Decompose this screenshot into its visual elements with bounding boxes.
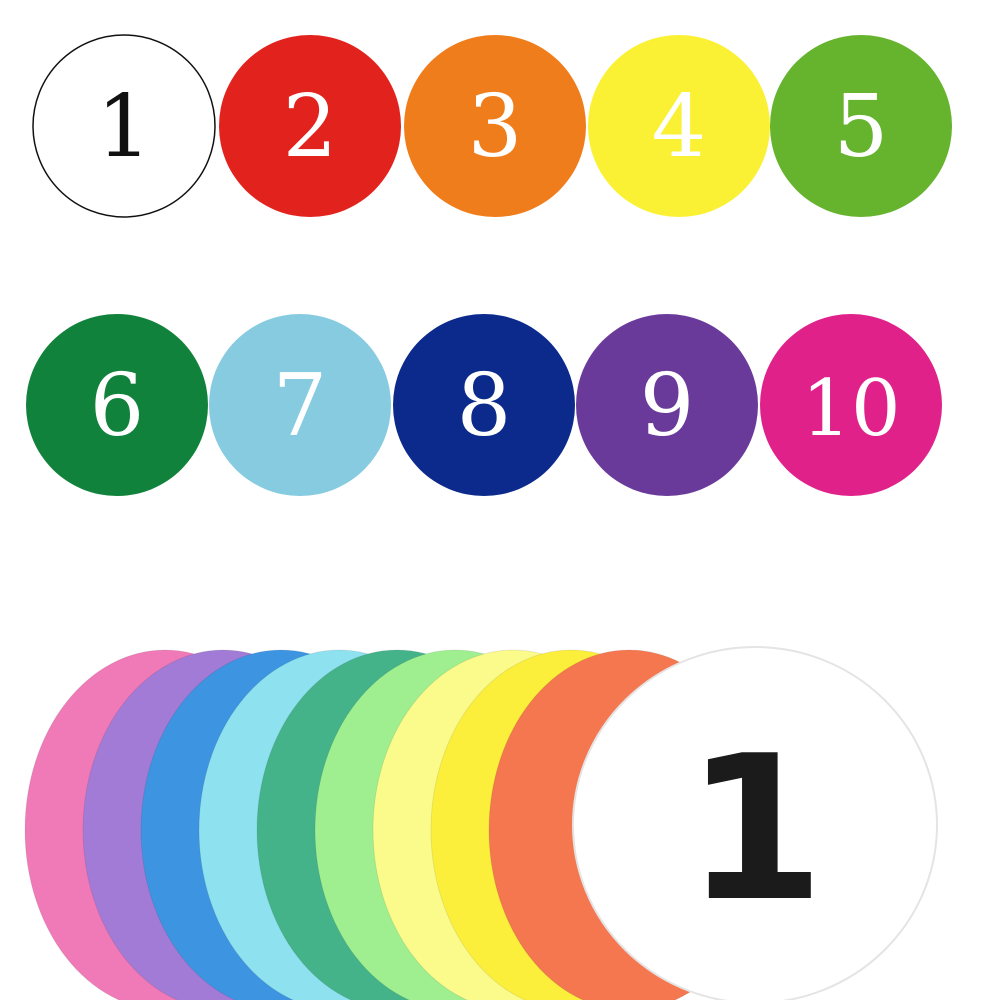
spot-number: 3 [468, 77, 523, 177]
spot-number: 7 [273, 356, 328, 456]
spot-number: 4 [652, 77, 707, 177]
spot-8: 8 [393, 314, 575, 496]
spot-number: 10 [801, 364, 900, 454]
spot-number: 1 [97, 77, 152, 177]
spot-2: 2 [219, 35, 401, 217]
spot-number: 8 [457, 356, 512, 456]
numbered-spots-grid: 1 2 3 4 5 6 7 8 9 10 [26, 34, 952, 496]
spot-4: 4 [588, 35, 770, 217]
spot-number: 5 [834, 77, 889, 177]
spot-9: 9 [576, 314, 758, 496]
spot-number: 6 [90, 356, 145, 456]
spot-1: 1 [32, 34, 216, 218]
spot-5: 5 [770, 35, 952, 217]
spot-7: 7 [209, 314, 391, 496]
front-disc-number: 1 [685, 713, 824, 946]
spot-6: 6 [26, 314, 208, 496]
product-photo: 1 2 3 4 5 6 7 8 9 10 1 [24, 34, 952, 1000]
spot-stack: 1 [24, 646, 938, 1000]
spot-number: 9 [640, 356, 695, 456]
front-disc: 1 [572, 646, 938, 1000]
spot-10: 10 [760, 314, 942, 496]
spot-number: 2 [283, 77, 338, 177]
spot-3: 3 [404, 35, 586, 217]
